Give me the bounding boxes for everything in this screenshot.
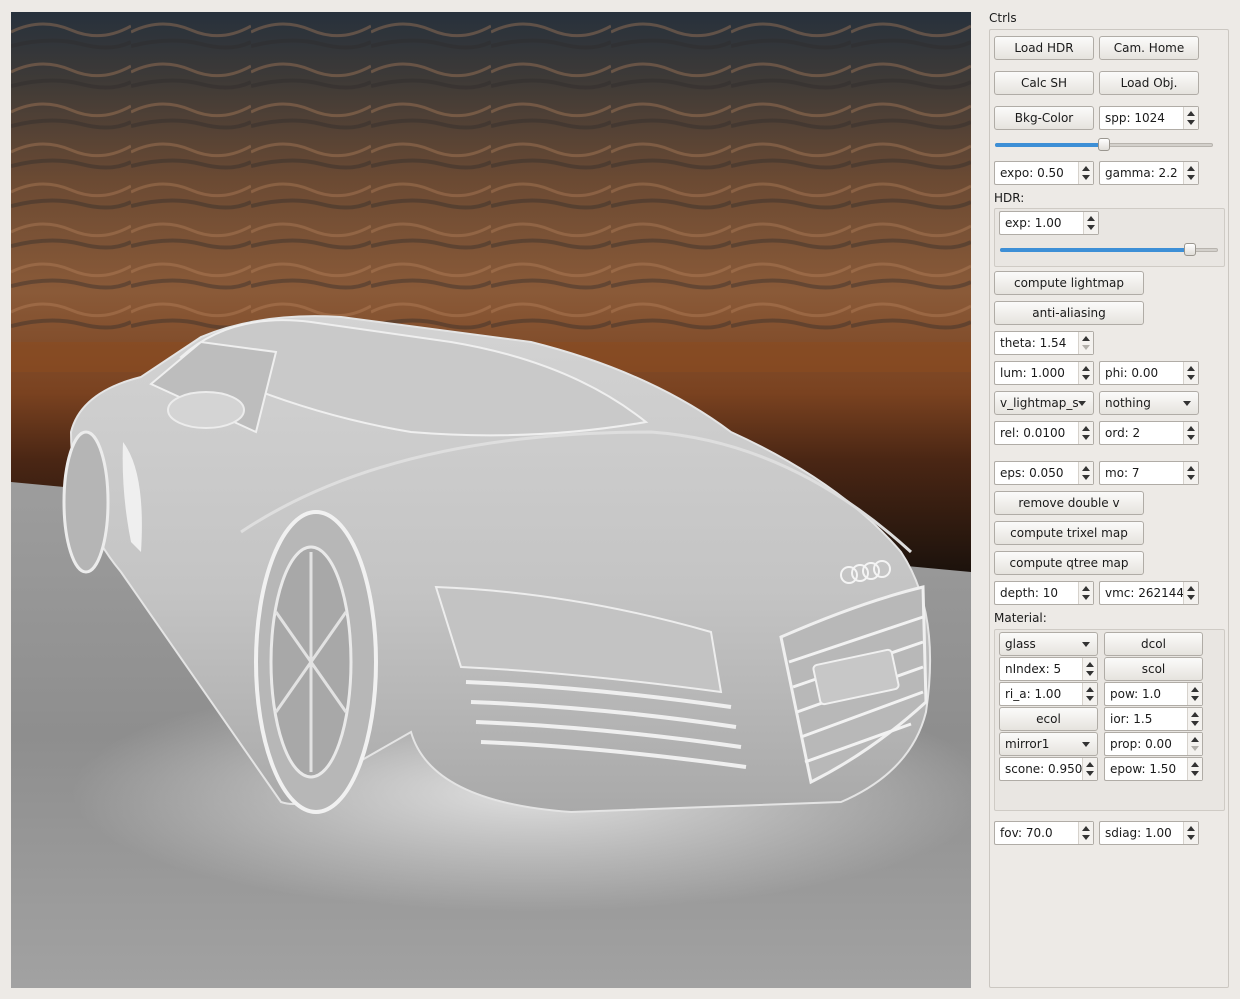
ri-a-value: ri_a: 1.00 bbox=[1005, 687, 1062, 701]
load-obj-button[interactable]: Load Obj. bbox=[1099, 71, 1199, 95]
prop-value: prop: 0.00 bbox=[1110, 737, 1172, 751]
expo-spinbox[interactable]: expo: 0.50 bbox=[994, 161, 1094, 185]
hdr-exp-slider[interactable] bbox=[1000, 242, 1218, 258]
bkg-color-button[interactable]: Bkg-Color bbox=[994, 106, 1094, 130]
map-type-value: v_lightmap_s bbox=[1000, 396, 1079, 410]
epow-spinbox[interactable]: epow: 1.50 bbox=[1104, 757, 1203, 781]
scol-button[interactable]: scol bbox=[1104, 657, 1203, 681]
mirror-select[interactable]: mirror1 bbox=[999, 732, 1098, 756]
dcol-button[interactable]: dcol bbox=[1104, 632, 1203, 656]
anti-aliasing-button[interactable]: anti-aliasing bbox=[994, 301, 1144, 325]
eps-spinbox[interactable]: eps: 0.050 bbox=[994, 461, 1094, 485]
calc-sh-button[interactable]: Calc SH bbox=[994, 71, 1094, 95]
hdr-slider-handle[interactable] bbox=[1184, 243, 1196, 256]
ecol-button[interactable]: ecol bbox=[999, 707, 1098, 731]
compute-trixel-map-button[interactable]: compute trixel map bbox=[994, 521, 1144, 545]
chevron-down-icon bbox=[1082, 642, 1090, 647]
depth-value: depth: 10 bbox=[1000, 586, 1059, 600]
ior-spinbox[interactable]: ior: 1.5 bbox=[1104, 707, 1203, 731]
ord-value: ord: 2 bbox=[1105, 426, 1141, 440]
chevron-down-icon bbox=[1078, 401, 1086, 406]
vmc-spinbox[interactable]: vmc: 262144 bbox=[1099, 581, 1199, 605]
ri-a-spinbox[interactable]: ri_a: 1.00 bbox=[999, 682, 1098, 706]
chevron-down-icon bbox=[1082, 742, 1090, 747]
mode-select[interactable]: nothing bbox=[1099, 391, 1199, 415]
prop-spinbox[interactable]: prop: 0.00 bbox=[1104, 732, 1203, 756]
expo-value: expo: 0.50 bbox=[1000, 166, 1064, 180]
lum-spinbox[interactable]: lum: 1.000 bbox=[994, 361, 1094, 385]
map-type-select[interactable]: v_lightmap_s bbox=[994, 391, 1094, 415]
spp-spinbox[interactable]: spp: 1024 bbox=[1099, 106, 1199, 130]
vmc-value: vmc: 262144 bbox=[1105, 586, 1185, 600]
sdiag-value: sdiag: 1.00 bbox=[1105, 826, 1172, 840]
epow-value: epow: 1.50 bbox=[1110, 762, 1177, 776]
phi-spinbox[interactable]: phi: 0.00 bbox=[1099, 361, 1199, 385]
material-label: Material: bbox=[994, 611, 1047, 625]
hdr-exp-value: exp: 1.00 bbox=[1005, 216, 1062, 230]
mo-spinbox[interactable]: mo: 7 bbox=[1099, 461, 1199, 485]
render-viewport[interactable] bbox=[11, 12, 971, 988]
hdr-exp-spinbox[interactable]: exp: 1.00 bbox=[999, 211, 1099, 235]
ord-spinbox[interactable]: ord: 2 bbox=[1099, 421, 1199, 445]
material-type-select[interactable]: glass bbox=[999, 632, 1098, 656]
ior-value: ior: 1.5 bbox=[1110, 712, 1153, 726]
cam-home-button[interactable]: Cam. Home bbox=[1099, 36, 1199, 60]
fov-value: fov: 70.0 bbox=[1000, 826, 1053, 840]
depth-spinbox[interactable]: depth: 10 bbox=[994, 581, 1094, 605]
panel-title: Ctrls bbox=[989, 11, 1017, 25]
mo-value: mo: 7 bbox=[1105, 466, 1140, 480]
spp-slider[interactable] bbox=[995, 137, 1213, 153]
gamma-spinbox[interactable]: gamma: 2.2 bbox=[1099, 161, 1199, 185]
gamma-value: gamma: 2.2 bbox=[1105, 166, 1178, 180]
theta-value: theta: 1.54 bbox=[1000, 336, 1067, 350]
pow-value: pow: 1.0 bbox=[1110, 687, 1162, 701]
nindex-spinbox[interactable]: nIndex: 5 bbox=[999, 657, 1098, 681]
rel-value: rel: 0.0100 bbox=[1000, 426, 1066, 440]
mode-value: nothing bbox=[1105, 396, 1151, 410]
mirror-value: mirror1 bbox=[1005, 737, 1050, 751]
scone-value: scone: 0.950 bbox=[1005, 762, 1083, 776]
eps-value: eps: 0.050 bbox=[1000, 466, 1064, 480]
sdiag-spinbox[interactable]: sdiag: 1.00 bbox=[1099, 821, 1199, 845]
load-hdr-button[interactable]: Load HDR bbox=[994, 36, 1094, 60]
compute-qtree-map-button[interactable]: compute qtree map bbox=[994, 551, 1144, 575]
fov-spinbox[interactable]: fov: 70.0 bbox=[994, 821, 1094, 845]
spp-value: spp: 1024 bbox=[1105, 111, 1165, 125]
lum-value: lum: 1.000 bbox=[1000, 366, 1065, 380]
scone-spinbox[interactable]: scone: 0.950 bbox=[999, 757, 1098, 781]
render-image bbox=[11, 12, 971, 988]
hdr-label: HDR: bbox=[994, 191, 1025, 205]
spp-slider-handle[interactable] bbox=[1098, 138, 1110, 151]
theta-spinbox[interactable]: theta: 1.54 bbox=[994, 331, 1094, 355]
compute-lightmap-button[interactable]: compute lightmap bbox=[994, 271, 1144, 295]
nindex-value: nIndex: 5 bbox=[1005, 662, 1062, 676]
chevron-down-icon bbox=[1183, 401, 1191, 406]
material-type-value: glass bbox=[1005, 637, 1036, 651]
pow-spinbox[interactable]: pow: 1.0 bbox=[1104, 682, 1203, 706]
phi-value: phi: 0.00 bbox=[1105, 366, 1159, 380]
rel-spinbox[interactable]: rel: 0.0100 bbox=[994, 421, 1094, 445]
remove-double-v-button[interactable]: remove double v bbox=[994, 491, 1144, 515]
